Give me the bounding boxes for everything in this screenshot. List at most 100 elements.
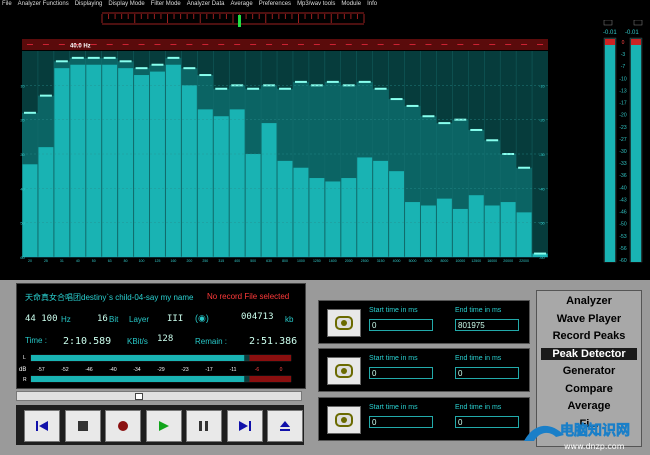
peak-marker: [87, 56, 100, 59]
file-info-display: 天命真女合唱团destiny`s child-04-say my name No…: [16, 283, 306, 389]
record-button[interactable]: [105, 410, 141, 442]
vu-scale-label: -33: [619, 161, 626, 167]
freq-label: 800: [282, 259, 288, 263]
menu-item-display-mode[interactable]: Display Mode: [108, 1, 144, 7]
freq-label: 63: [108, 259, 112, 263]
mode-average[interactable]: Average: [537, 400, 641, 412]
freq-label: 20: [28, 259, 32, 263]
eject-button[interactable]: [267, 410, 303, 442]
mode-analyzer[interactable]: Analyzer: [537, 295, 641, 307]
freq-label: 80: [124, 259, 128, 263]
header-mark: [26, 44, 33, 45]
freq-label: 6300: [425, 259, 433, 263]
start-time-label: Start time in ms: [369, 307, 418, 314]
pause-icon: [199, 421, 208, 431]
mode-compare[interactable]: Compare: [537, 383, 641, 395]
end-time-field[interactable]: 801975: [455, 319, 519, 331]
vu-scale-label: -56: [619, 246, 626, 252]
meter-bar-left: [31, 355, 245, 361]
frequency-marker: 40.0 Hz: [70, 44, 91, 50]
y-tick-right: -40: [539, 186, 546, 191]
menu-item-displaying[interactable]: Displaying: [75, 1, 103, 7]
y-tick-right: -50: [539, 221, 546, 226]
shark-icon: [524, 425, 564, 441]
start-time-field[interactable]: 0: [369, 416, 433, 428]
stop-button[interactable]: [64, 410, 101, 442]
freq-label: 630: [266, 259, 272, 263]
play-icon: [158, 421, 169, 431]
loop-button[interactable]: [327, 309, 361, 337]
skip-forward-icon: [238, 421, 251, 431]
menu-item-analyzer-data[interactable]: Analyzer Data: [187, 1, 225, 7]
meter-bar-right: [31, 376, 245, 382]
seek-thumb[interactable]: [134, 393, 143, 400]
peak-marker: [279, 87, 291, 90]
bits-unit: Bit: [109, 315, 119, 324]
pause-button[interactable]: [186, 410, 222, 442]
end-time-field[interactable]: 0: [455, 416, 519, 428]
meter-r-label: R: [23, 377, 27, 383]
transport-controls: [16, 405, 304, 445]
header-mark: [345, 44, 352, 45]
spectrum-bar: [452, 208, 468, 257]
spectrum-bar: [373, 160, 389, 257]
freq-label: 22000: [519, 259, 529, 263]
header-mark: [473, 44, 480, 45]
header-mark: [329, 44, 336, 45]
freq-label: 16000: [487, 259, 497, 263]
loop-button[interactable]: [327, 357, 361, 385]
peak-marker: [294, 80, 307, 83]
start-time-field[interactable]: 0: [369, 319, 433, 331]
stereo-icon: (◉): [195, 313, 209, 323]
freq-label: 400: [234, 259, 240, 263]
start-time-field[interactable]: 0: [369, 367, 433, 379]
watermark: 电脑知识网 www.dnzp.com: [524, 422, 630, 451]
stop-icon: [77, 421, 88, 431]
spectrum-bar: [516, 212, 532, 257]
start-time-label: Start time in ms: [369, 355, 418, 362]
mode-wave-player[interactable]: Wave Player: [537, 313, 641, 325]
end-time-field[interactable]: 0: [455, 367, 519, 379]
header-mark: [297, 44, 304, 45]
meter-scale-label: -46: [85, 367, 92, 373]
peak-marker: [406, 104, 419, 107]
freq-label: 1600: [329, 259, 337, 263]
time-range-group: Start time in ms 0 End time in ms 0: [318, 397, 530, 441]
header-mark: [266, 44, 273, 45]
menu-item-filter-mode[interactable]: Filter Mode: [151, 1, 181, 7]
menu-item-mp3-wav-tools[interactable]: Mp3/wav tools: [297, 1, 335, 7]
peak-marker: [310, 84, 323, 87]
time-range-group: Start time in ms 0 End time in ms 801975: [318, 300, 530, 344]
spectrum-bar: [165, 64, 181, 257]
loop-button[interactable]: [327, 406, 361, 434]
menu-item-analyzer-functions[interactable]: Analyzer Functions: [18, 1, 69, 7]
peak-marker: [326, 80, 339, 83]
spectrum-bar: [261, 123, 277, 257]
gauge-needle: [238, 15, 241, 27]
mode-generator[interactable]: Generator: [537, 365, 641, 377]
peak-marker: [486, 139, 499, 142]
vu-scale-label: -27: [619, 137, 626, 143]
spectrum-bar: [341, 178, 357, 257]
header-mark: [218, 44, 225, 45]
peak-marker: [103, 56, 116, 59]
size-value: 004713: [241, 312, 274, 322]
mode-peak-detector[interactable]: Peak Detector: [541, 347, 637, 360]
seek-bar[interactable]: [16, 391, 302, 401]
skip-back-button[interactable]: [24, 410, 60, 442]
y-tick-right: -10: [539, 83, 546, 88]
menu-item-file[interactable]: File: [2, 1, 12, 7]
header-mark: [234, 44, 241, 45]
play-button[interactable]: [145, 410, 182, 442]
freq-label: 125: [155, 259, 161, 263]
skip-forward-button[interactable]: [226, 410, 263, 442]
mode-record-peaks[interactable]: Record Peaks: [537, 330, 641, 342]
freq-label: 31: [60, 259, 64, 263]
menu-item-info[interactable]: Info: [367, 1, 377, 7]
menu-item-preferences[interactable]: Preferences: [259, 1, 291, 7]
menu-item-average[interactable]: Average: [230, 1, 252, 7]
vu-clip-left: [603, 20, 613, 26]
menu-item-module[interactable]: Module: [341, 1, 361, 7]
peak-marker: [135, 67, 148, 70]
spectrum-bar: [277, 160, 293, 257]
